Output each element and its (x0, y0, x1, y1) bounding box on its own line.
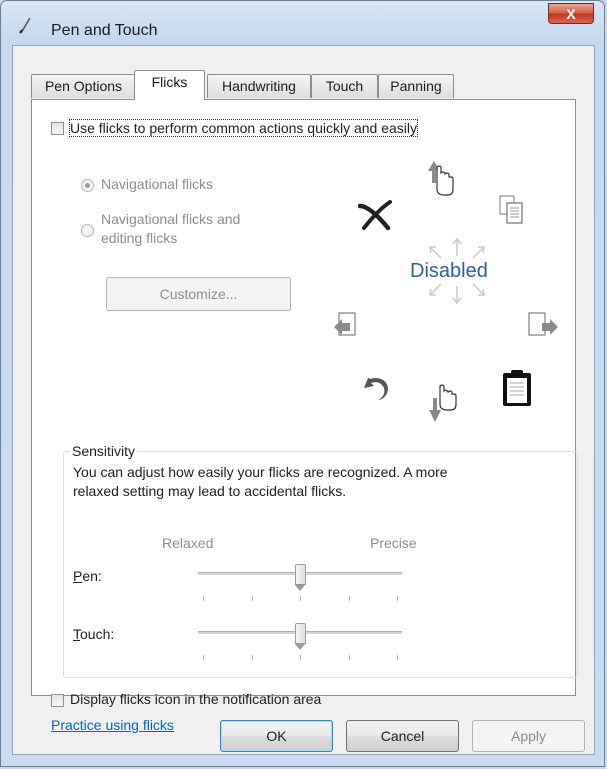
enable-flicks-checkbox[interactable] (51, 122, 64, 135)
tab-flicks[interactable]: Flicks (134, 70, 205, 100)
sensitivity-title: Sensitivity (70, 443, 138, 459)
dialog-client: Pen Options Flicks Handwriting Touch Pan… (12, 45, 595, 755)
cancel-button[interactable]: Cancel (346, 720, 459, 752)
radio-editing-label-2[interactable]: editing flicks (101, 230, 177, 246)
sensitivity-group: Sensitivity You can adjust how easily yo… (63, 443, 578, 678)
flicks-status-text: Disabled (410, 260, 488, 282)
touch-slider-thumb[interactable] (295, 623, 306, 650)
slider-tick (349, 655, 350, 660)
apply-button[interactable]: Apply (472, 720, 585, 752)
flicks-panel: Use flicks to perform common actions qui… (31, 99, 578, 733)
tab-pen-options[interactable]: Pen Options (31, 74, 136, 98)
slider-tick (300, 596, 301, 601)
radio-navigational[interactable] (81, 179, 94, 192)
touch-label: Touch: (73, 626, 115, 642)
hand-down-icon (429, 384, 457, 422)
notify-checkbox[interactable] (51, 694, 64, 707)
slider-tick (252, 655, 253, 660)
tab-handwriting[interactable]: Handwriting (207, 74, 311, 98)
sensitivity-description-2: relaxed setting may lead to accidental f… (73, 483, 347, 499)
slider-tick (252, 596, 253, 601)
title-bar[interactable]: Pen and Touch X (1, 1, 604, 45)
customize-button[interactable]: Customize... (106, 277, 291, 311)
slider-tick (203, 596, 204, 601)
ok-button[interactable]: OK (220, 720, 333, 752)
back-icon (334, 312, 356, 336)
practice-link[interactable]: Practice using flicks (51, 717, 174, 733)
pen-label: Pen: (73, 568, 102, 584)
forward-icon (528, 312, 558, 336)
close-button[interactable]: X (548, 3, 594, 24)
notify-label[interactable]: Display flicks icon in the notification … (70, 691, 321, 707)
enable-flicks-label[interactable]: Use flicks to perform common actions qui… (68, 119, 419, 137)
pen-icon (19, 17, 31, 34)
precise-label: Precise (370, 535, 417, 551)
hand-up-icon (428, 161, 454, 196)
slider-tick (349, 596, 350, 601)
dialog-window: Pen and Touch X Pen Options Flicks Handw… (0, 0, 605, 767)
slider-tick (300, 655, 301, 660)
slider-tick (397, 596, 398, 601)
slider-tick (203, 655, 204, 660)
slider-tick (397, 655, 398, 660)
relaxed-label: Relaxed (162, 535, 214, 551)
paste-icon (503, 370, 531, 406)
radio-navigational-label[interactable]: Navigational flicks (101, 176, 213, 192)
radio-editing-label-1[interactable]: Navigational flicks and (101, 211, 240, 227)
pen-slider-thumb[interactable] (295, 564, 306, 591)
radio-editing[interactable] (81, 224, 94, 237)
delete-icon (358, 200, 392, 231)
undo-icon (364, 378, 388, 400)
window-title: Pen and Touch (51, 22, 158, 39)
tab-panning[interactable]: Panning (378, 74, 454, 98)
tab-touch[interactable]: Touch (311, 74, 378, 98)
sensitivity-description-1: You can adjust how easily your flicks ar… (73, 464, 448, 480)
copy-icon (499, 195, 523, 224)
